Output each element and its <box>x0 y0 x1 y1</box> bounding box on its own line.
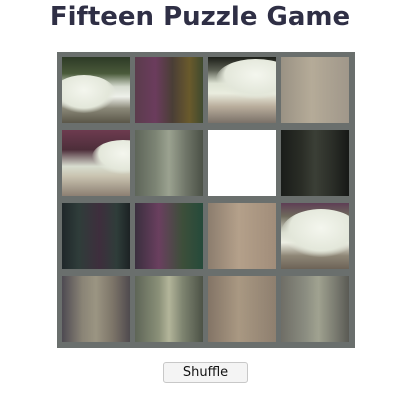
tile-image <box>208 276 276 342</box>
tile-image <box>281 57 349 123</box>
puzzle-tile[interactable] <box>281 276 349 342</box>
puzzle-tile[interactable] <box>208 203 276 269</box>
puzzle-tile[interactable] <box>135 57 203 123</box>
tile-image <box>135 57 203 123</box>
puzzle-tile[interactable] <box>135 203 203 269</box>
puzzle-tile[interactable] <box>135 130 203 196</box>
puzzle-board <box>57 52 355 348</box>
puzzle-tile[interactable] <box>281 57 349 123</box>
tile-image <box>62 203 130 269</box>
puzzle-tile[interactable] <box>62 57 130 123</box>
puzzle-tile[interactable] <box>208 57 276 123</box>
tile-image <box>208 203 276 269</box>
tile-image <box>135 130 203 196</box>
tile-image <box>135 203 203 269</box>
puzzle-tile[interactable] <box>62 203 130 269</box>
tile-image <box>281 130 349 196</box>
tile-image <box>62 276 130 342</box>
tile-image <box>135 276 203 342</box>
puzzle-tile[interactable] <box>62 130 130 196</box>
tile-image <box>281 276 349 342</box>
page-title: Fifteen Puzzle Game <box>49 2 351 32</box>
puzzle-tile[interactable] <box>135 276 203 342</box>
puzzle-tile[interactable] <box>281 203 349 269</box>
puzzle-tile[interactable] <box>62 276 130 342</box>
puzzle-tile[interactable] <box>281 130 349 196</box>
puzzle-tile[interactable] <box>208 276 276 342</box>
empty-slot <box>208 130 276 196</box>
shuffle-button[interactable]: Shuffle <box>163 362 248 383</box>
